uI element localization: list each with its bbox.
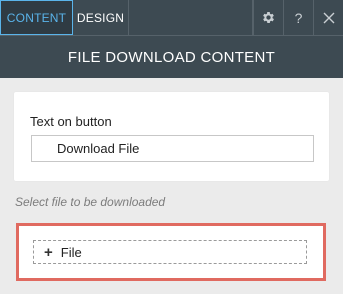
tab-bar-spacer — [129, 0, 253, 35]
help-button[interactable]: ? — [283, 0, 313, 35]
file-download-panel: CONTENT DESIGN ? FILE DOWNLOAD CONTENT T… — [0, 0, 343, 294]
plus-icon: + — [44, 243, 53, 261]
close-icon — [323, 12, 335, 24]
button-text-label: Text on button — [30, 114, 112, 129]
add-file-button[interactable]: + File — [33, 240, 307, 264]
select-file-hint: Select file to be downloaded — [15, 195, 166, 209]
file-drop-zone: + File — [16, 223, 326, 281]
tab-content[interactable]: CONTENT — [0, 0, 73, 35]
help-icon: ? — [294, 9, 303, 26]
button-text-input[interactable]: Download File — [31, 135, 314, 162]
add-file-label: File — [60, 244, 82, 260]
close-button[interactable] — [313, 0, 343, 35]
panel-header: FILE DOWNLOAD CONTENT — [0, 35, 343, 78]
tab-bar: CONTENT DESIGN ? — [0, 0, 343, 35]
button-text-card: Text on button Download File — [14, 92, 329, 181]
settings-button[interactable] — [253, 0, 283, 35]
gear-icon — [261, 10, 276, 25]
tab-design[interactable]: DESIGN — [73, 0, 129, 35]
page-title: FILE DOWNLOAD CONTENT — [67, 48, 276, 66]
